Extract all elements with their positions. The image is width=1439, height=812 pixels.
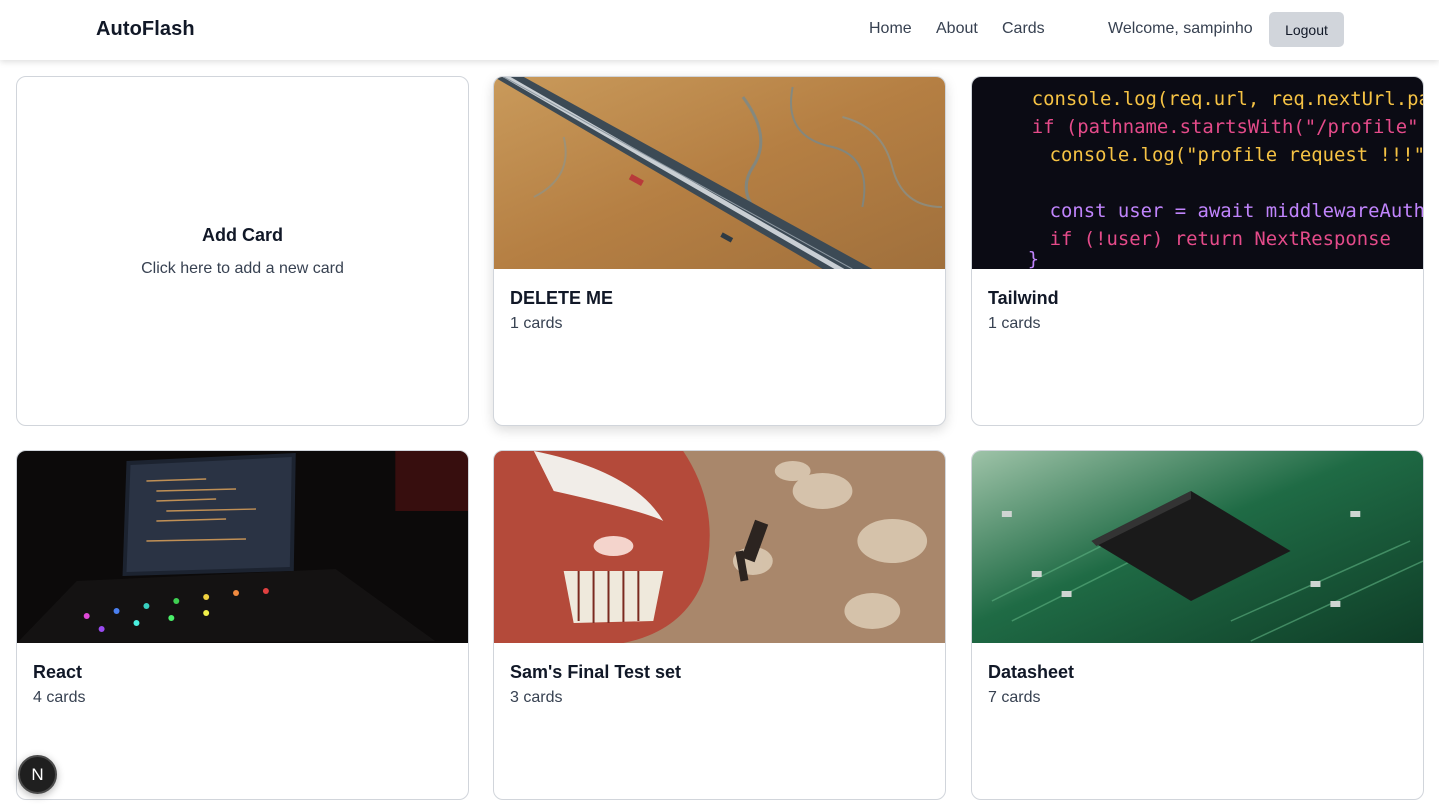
nextjs-dev-badge-icon[interactable]: N (18, 755, 57, 794)
code-line: console.log("profile request !!!" (1050, 144, 1423, 166)
brand-logo[interactable]: AutoFlash (96, 18, 195, 41)
deck-title: Sam's Final Test set (510, 662, 682, 682)
aerial-highway-photo (494, 77, 945, 269)
deck-card[interactable]: Datasheet 7 cards (971, 450, 1424, 800)
anime-titan-photo (494, 451, 945, 643)
add-card-subtitle: Click here to add a new card (141, 259, 344, 277)
deck-card-count: 1 cards (510, 315, 563, 332)
code-line: console.log(req.url, req.nextUrl.pa (1032, 88, 1423, 110)
code-line: const user = await middlewareAuth (1050, 200, 1423, 222)
deck-card-count: 7 cards (988, 689, 1041, 706)
deck-card[interactable]: Sam's Final Test set 3 cards (493, 450, 946, 800)
deck-title: Tailwind (988, 288, 1059, 308)
add-card-title: Add Card (202, 224, 283, 245)
code-line: if (!user) return NextResponse (1050, 228, 1391, 250)
welcome-message: Welcome, sampinho (1108, 20, 1253, 37)
top-navbar: AutoFlash Home About Cards Welcome, samp… (0, 0, 1439, 60)
deck-card[interactable]: React 4 cards (16, 450, 469, 800)
code-line: } (1028, 248, 1039, 269)
deck-card[interactable]: console.log(req.url, req.nextUrl.pa if (… (971, 76, 1424, 426)
deck-title: Datasheet (988, 662, 1075, 682)
deck-title: React (33, 662, 83, 682)
nav-about-link[interactable]: About (936, 20, 978, 38)
nav-cards-link[interactable]: Cards (1002, 20, 1045, 38)
deck-card[interactable]: DELETE ME 1 cards (493, 76, 946, 426)
laptop-desk-photo (17, 451, 468, 643)
deck-card-count: 1 cards (988, 315, 1041, 332)
code-editor-photo: console.log(req.url, req.nextUrl.pa if (… (972, 77, 1423, 269)
deck-card-count: 3 cards (510, 689, 563, 706)
deck-card-count: 4 cards (33, 689, 86, 706)
nav-home-link[interactable]: Home (869, 20, 912, 38)
add-card-tile[interactable]: Add Card Click here to add a new card (16, 76, 469, 426)
logout-button[interactable]: Logout (1269, 12, 1344, 47)
circuit-board-photo (972, 451, 1423, 643)
code-line: if (pathname.startsWith("/profile" (1032, 116, 1419, 138)
deck-title: DELETE ME (510, 288, 614, 308)
